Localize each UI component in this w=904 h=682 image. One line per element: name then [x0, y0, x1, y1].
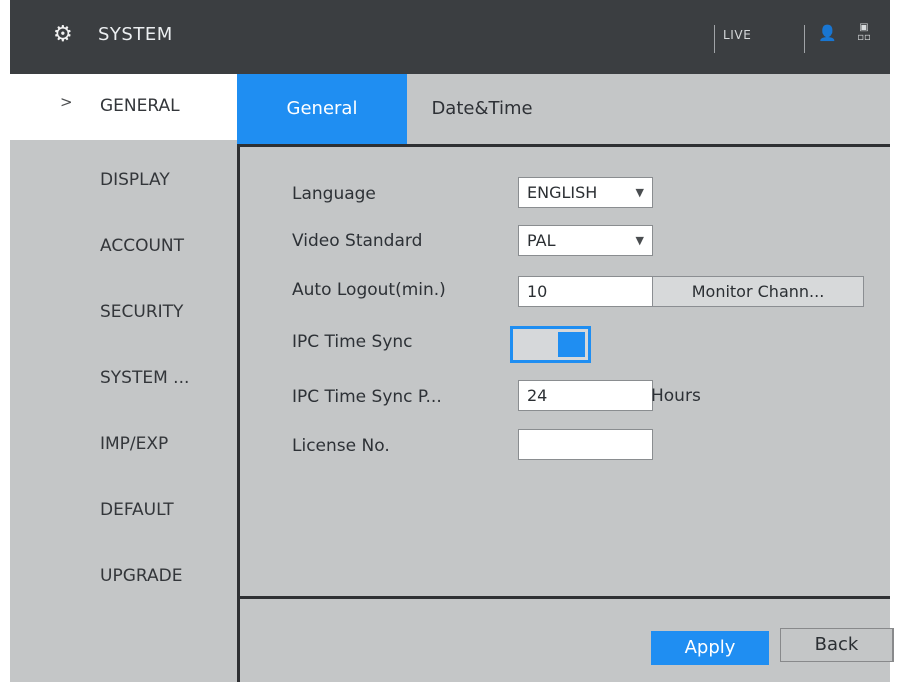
sidebar-item-security[interactable]: SECURITY — [10, 280, 237, 346]
live-button[interactable]: LIVE — [723, 28, 751, 42]
sidebar-item-label: SECURITY — [100, 302, 184, 322]
sidebar-item-label: SYSTEM ... — [100, 368, 190, 388]
chevron-down-icon: ▼ — [635, 186, 644, 199]
sidebar-item-general[interactable]: > GENERAL — [10, 74, 237, 140]
sidebar: > GENERAL DISPLAY ACCOUNT SECURITY SYSTE… — [10, 74, 237, 682]
license-number-input[interactable] — [518, 429, 653, 460]
ipc-time-sync-period-input[interactable]: 24 — [518, 380, 653, 411]
sidebar-item-upgrade[interactable]: UPGRADE — [10, 544, 237, 610]
top-bar: ⚙ SYSTEM LIVE 👤 ▣ ▫▫ — [10, 0, 890, 74]
sidebar-item-label: GENERAL — [100, 96, 180, 116]
sidebar-item-account[interactable]: ACCOUNT — [10, 214, 237, 280]
sidebar-item-system[interactable]: SYSTEM ... — [10, 346, 237, 412]
system-window: ⚙ SYSTEM LIVE 👤 ▣ ▫▫ > GENERAL DISPLAY AC… — [10, 0, 894, 682]
general-settings-panel: General Date&Time Language ENGLISH ▼ Vid… — [237, 74, 894, 682]
language-value: ENGLISH — [527, 183, 598, 202]
chevron-down-icon: ▼ — [635, 234, 644, 247]
window-title: SYSTEM — [98, 24, 173, 45]
sidebar-item-label: DEFAULT — [100, 500, 174, 520]
video-standard-value: PAL — [527, 231, 556, 250]
toggle-knob — [558, 332, 585, 357]
language-select[interactable]: ENGLISH ▼ — [518, 177, 653, 208]
sidebar-item-label: IMP/EXP — [100, 434, 169, 454]
auto-logout-input[interactable]: 10 — [518, 276, 653, 307]
sidebar-item-default[interactable]: DEFAULT — [10, 478, 237, 544]
chevron-right-icon: > — [60, 93, 73, 111]
settings-icon: ⚙ — [53, 22, 73, 47]
hours-unit-label: Hours — [651, 386, 701, 406]
ipc-time-sync-toggle[interactable] — [510, 326, 591, 363]
license-number-label: License No. — [292, 436, 390, 456]
back-button[interactable]: Back — [780, 628, 894, 662]
tab-general[interactable]: General — [237, 74, 407, 144]
tab-date-time[interactable]: Date&Time — [407, 74, 557, 144]
ipc-time-sync-period-label: IPC Time Sync P... — [292, 387, 442, 407]
language-label: Language — [292, 184, 376, 204]
sidebar-item-imp-exp[interactable]: IMP/EXP — [10, 412, 237, 478]
auto-logout-label: Auto Logout(min.) — [292, 280, 446, 300]
header-divider — [804, 25, 805, 53]
sidebar-item-label: ACCOUNT — [100, 236, 184, 256]
user-icon[interactable]: 👤 — [818, 24, 837, 42]
panel-divider — [237, 144, 890, 147]
video-standard-select[interactable]: PAL ▼ — [518, 225, 653, 256]
panel-divider — [237, 596, 890, 599]
screen-icon[interactable]: ▣ ▫▫ — [855, 23, 873, 43]
sidebar-item-display[interactable]: DISPLAY — [10, 148, 237, 214]
apply-button[interactable]: Apply — [651, 631, 769, 665]
tab-bar: General Date&Time — [237, 74, 890, 144]
sidebar-item-label: UPGRADE — [100, 566, 183, 586]
ipc-time-sync-label: IPC Time Sync — [292, 332, 413, 352]
panel-divider — [237, 144, 240, 682]
sidebar-item-label: DISPLAY — [100, 170, 170, 190]
monitor-channel-button[interactable]: Monitor Chann... — [652, 276, 864, 307]
video-standard-label: Video Standard — [292, 231, 423, 251]
header-divider — [714, 25, 715, 53]
